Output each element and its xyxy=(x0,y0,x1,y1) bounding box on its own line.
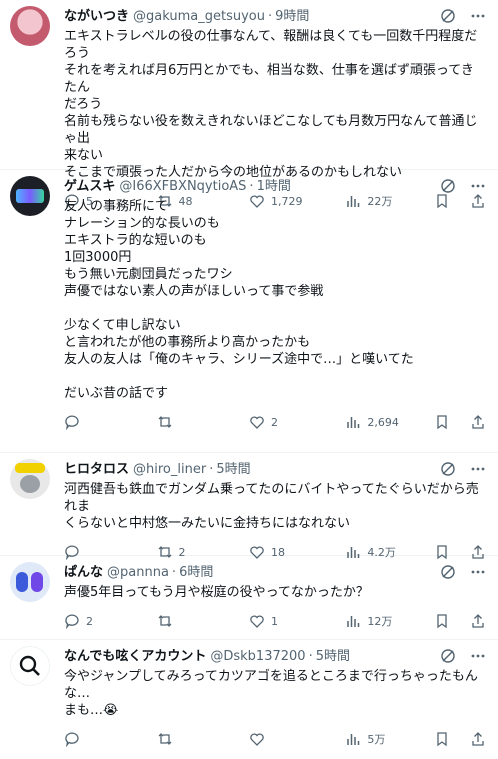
bookmark-icon[interactable] xyxy=(434,414,450,430)
reply-icon xyxy=(65,614,79,629)
tweet[interactable]: ぱんな @pannna · 6時間 声優5年目ってもう月や桜庭の役やってなかった… xyxy=(0,556,498,640)
reply-button[interactable] xyxy=(64,731,157,747)
views-button[interactable]: 5万 xyxy=(345,731,434,747)
user-handle[interactable]: @gakuma_getsuyou xyxy=(133,8,265,26)
retweet-button[interactable] xyxy=(157,414,250,430)
bookmark-icon[interactable] xyxy=(434,613,450,629)
tweet-text: 河西健吾も鉄血でガンダム乗ってたのにバイトやってたぐらいだから売れま くらないと… xyxy=(64,482,479,531)
views-button[interactable]: 12万 xyxy=(345,613,434,629)
reply-button[interactable]: 2 xyxy=(64,613,157,629)
tweet-header: ながいつき @gakuma_getsuyou · 9時間 xyxy=(64,8,486,26)
more-icon[interactable] xyxy=(470,178,486,194)
tweet-text: 今やジャンプしてみろってカツアゴを追るところまで行っちゃったもんな… まも…😭 xyxy=(64,669,478,718)
timestamp[interactable]: 5時間 xyxy=(216,461,250,479)
retweet-icon xyxy=(158,416,171,428)
views-chart-icon xyxy=(347,616,360,627)
reply-count: 2 xyxy=(86,614,93,628)
grok-icon[interactable] xyxy=(440,648,456,664)
separator-dot: · xyxy=(267,9,273,24)
tweet[interactable]: ながいつき @gakuma_getsuyou · 9時間 エキストラレベルの役の… xyxy=(0,0,498,209)
tweet-header: ぱんな @pannna · 6時間 xyxy=(64,564,486,582)
tweet-text: 友人の事務所にて ナレーション的な長いのも エキストラ的な短いのも 1回3000… xyxy=(64,199,414,401)
like-count: 1 xyxy=(271,614,278,628)
tweet[interactable]: なんでも呟くアカウント @Dskb137200 · 5時間 今やジャンプしてみろ… xyxy=(0,640,498,747)
timestamp[interactable]: 5時間 xyxy=(316,648,350,666)
like-button[interactable]: 1 xyxy=(249,613,345,629)
like-button[interactable]: 2 xyxy=(249,414,345,430)
timestamp[interactable]: 1時間 xyxy=(257,178,291,196)
user-handle[interactable]: @hiro_liner xyxy=(133,461,206,479)
views-chart-icon xyxy=(347,417,360,428)
share-icon[interactable] xyxy=(470,731,486,747)
search-icon xyxy=(19,655,40,676)
view-count: 12万 xyxy=(367,615,393,628)
retweet-button[interactable] xyxy=(157,613,250,629)
grok-icon[interactable] xyxy=(440,8,456,24)
reply-icon xyxy=(65,732,79,747)
grok-icon[interactable] xyxy=(440,178,456,194)
tweet-actions: 5万 xyxy=(64,719,486,759)
display-name[interactable]: ゲムスキ xyxy=(64,178,115,196)
display-name[interactable]: ぱんな xyxy=(64,564,103,582)
tweet-header: なんでも呟くアカウント @Dskb137200 · 5時間 xyxy=(64,648,486,666)
tweet[interactable]: ヒロタロス @hiro_liner · 5時間 河西健吾も鉄血でガンダム乗ってた… xyxy=(0,453,498,560)
avatar[interactable] xyxy=(10,6,50,46)
reply-icon xyxy=(65,415,79,430)
like-count: 2 xyxy=(271,415,278,429)
reply-button[interactable] xyxy=(64,414,157,430)
views-chart-icon xyxy=(347,734,360,745)
retweet-icon xyxy=(158,615,171,627)
tweet-header: ヒロタロス @hiro_liner · 5時間 xyxy=(64,461,486,479)
share-icon[interactable] xyxy=(470,414,486,430)
timestamp[interactable]: 9時間 xyxy=(275,8,309,26)
reply-timeline: ながいつき @gakuma_getsuyou · 9時間 エキストラレベルの役の… xyxy=(0,0,498,747)
view-count: 5万 xyxy=(367,733,386,746)
more-icon[interactable] xyxy=(470,564,486,580)
avatar[interactable] xyxy=(10,646,50,686)
tweet-header: ゲムスキ @I66XFBXNqytioAS · 1時間 xyxy=(64,178,486,196)
grok-icon[interactable] xyxy=(440,564,456,580)
more-icon[interactable] xyxy=(470,648,486,664)
separator-dot: · xyxy=(308,649,313,664)
bookmark-icon[interactable] xyxy=(434,731,450,747)
retweet-button[interactable] xyxy=(157,731,250,747)
separator-dot: · xyxy=(209,462,214,477)
grok-icon[interactable] xyxy=(440,461,456,477)
heart-icon xyxy=(250,733,264,746)
view-count: 2,694 xyxy=(367,415,399,429)
heart-icon xyxy=(250,416,264,429)
separator-dot: · xyxy=(171,565,177,580)
retweet-icon xyxy=(158,733,171,745)
user-handle[interactable]: @pannna xyxy=(107,564,169,582)
more-icon[interactable] xyxy=(470,8,486,24)
user-handle[interactable]: @I66XFBXNqytioAS xyxy=(119,178,246,196)
tweet[interactable]: ゲムスキ @I66XFBXNqytioAS · 1時間 友人の事務所にて ナレー… xyxy=(0,170,498,453)
views-button[interactable]: 2,694 xyxy=(345,414,434,430)
avatar[interactable] xyxy=(10,562,50,602)
avatar[interactable] xyxy=(10,459,50,499)
share-icon[interactable] xyxy=(470,613,486,629)
display-name[interactable]: なんでも呟くアカウント xyxy=(64,648,206,666)
display-name[interactable]: ヒロタロス xyxy=(64,461,129,479)
tweet-actions: 2 1 12万 xyxy=(64,601,486,641)
tweet-actions: 2 2,694 xyxy=(64,402,486,442)
avatar[interactable] xyxy=(10,176,50,216)
heart-icon xyxy=(250,615,264,628)
tweet-text: 声優5年目ってもう月や桜庭の役やってなかったか？ xyxy=(64,585,369,600)
more-icon[interactable] xyxy=(470,461,486,477)
display-name[interactable]: ながいつき xyxy=(64,8,129,26)
tweet-text: エキストラレベルの役の仕事なんて、報酬は良くても一回数千円程度だろう それを考え… xyxy=(64,29,478,180)
like-button[interactable] xyxy=(249,731,345,747)
timestamp[interactable]: 6時間 xyxy=(179,564,213,582)
user-handle[interactable]: @Dskb137200 xyxy=(210,648,305,666)
separator-dot: · xyxy=(249,179,254,194)
